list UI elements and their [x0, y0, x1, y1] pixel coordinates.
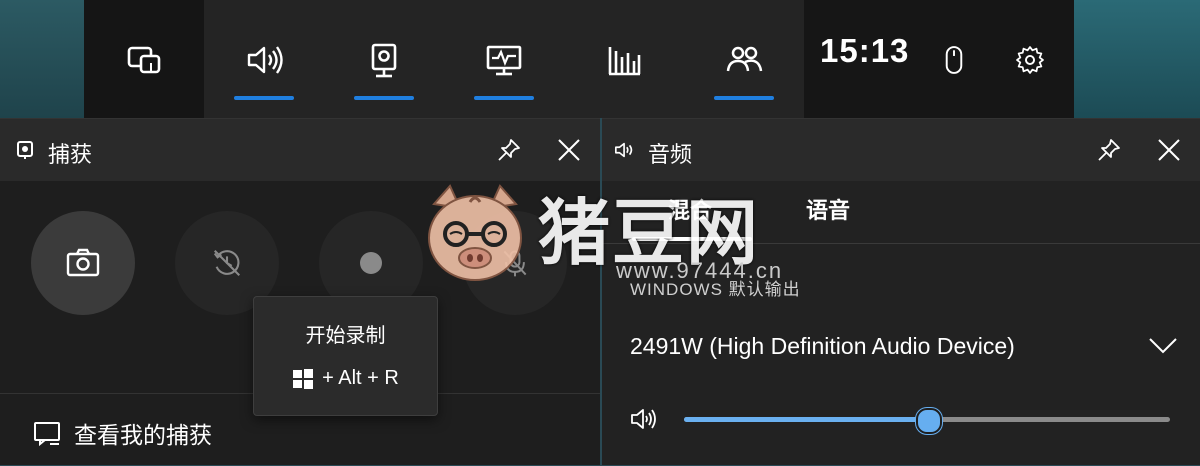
desktop-background-left	[0, 0, 84, 118]
volume-row	[630, 401, 1170, 437]
people-icon	[726, 46, 763, 72]
close-icon	[558, 139, 580, 161]
pin-button[interactable]	[492, 133, 526, 167]
gallery-icon	[34, 422, 60, 447]
pin-icon	[498, 139, 520, 161]
webcam-icon	[371, 43, 397, 78]
active-tab-indicator	[632, 237, 752, 241]
volume-slider-fill	[684, 417, 927, 422]
pin-button[interactable]	[1092, 133, 1126, 167]
view-captures-link[interactable]: 查看我的捕获	[74, 416, 212, 450]
panel-title: 音频	[648, 142, 693, 167]
audio-panel-header[interactable]: 音频	[602, 119, 1200, 181]
mic-off-icon	[503, 250, 527, 277]
widget-menu-button[interactable]	[104, 20, 184, 100]
active-indicator	[234, 96, 294, 100]
camera-icon	[66, 248, 100, 277]
tab-voice[interactable]: 语音	[806, 193, 850, 225]
capture-widget-button[interactable]	[344, 20, 424, 100]
screenshot-button[interactable]	[31, 211, 135, 315]
speaker-icon	[615, 142, 633, 158]
active-indicator	[474, 96, 534, 100]
gear-icon	[1016, 46, 1044, 74]
clock: 15:13	[820, 32, 910, 69]
output-device-dropdown[interactable]: 2491W (High Definition Audio Device)	[630, 327, 1178, 367]
social-widget-button[interactable]	[704, 20, 784, 100]
close-icon	[1158, 139, 1180, 161]
mic-toggle-button[interactable]	[463, 211, 567, 315]
record-dot-icon	[360, 252, 382, 274]
speaker-icon[interactable]	[630, 407, 658, 431]
resources-widget-button[interactable]	[584, 20, 664, 100]
close-button[interactable]	[552, 133, 586, 167]
audio-panel: 音频 混合 语音 WINDOWS 默认输出 2491W (High Defini…	[602, 118, 1200, 465]
tab-mix[interactable]: 混合	[668, 193, 712, 225]
performance-widget-button[interactable]	[464, 20, 544, 100]
close-button[interactable]	[1152, 133, 1186, 167]
record-tooltip: 开始录制 + Alt + R	[253, 296, 438, 416]
desktop-background-right	[1074, 0, 1200, 118]
bar-chart-icon	[608, 47, 641, 76]
capture-panel-header[interactable]: 捕获	[0, 119, 600, 181]
monitor-chart-icon	[486, 45, 522, 76]
mouse-button[interactable]	[914, 20, 994, 100]
output-device-value: 2491W (High Definition Audio Device)	[630, 333, 1015, 359]
pin-icon	[1098, 139, 1120, 161]
mouse-icon	[945, 46, 963, 74]
settings-button[interactable]	[990, 20, 1070, 100]
tooltip-title: 开始录制	[305, 325, 386, 347]
game-bar-topbar: 15:13	[84, 0, 1074, 118]
chevron-down-icon	[1149, 338, 1177, 354]
windows-logo-icon	[293, 368, 314, 389]
audio-widget-button[interactable]	[224, 20, 304, 100]
volume-slider-thumb[interactable]	[916, 408, 942, 434]
volume-slider[interactable]	[684, 408, 1170, 434]
webcam-icon	[17, 141, 33, 159]
active-indicator	[714, 96, 774, 100]
tooltip-shortcut: + Alt + R	[254, 367, 437, 390]
shortcut-text: + Alt + R	[322, 367, 399, 389]
active-indicator	[354, 96, 414, 100]
panel-title: 捕获	[48, 142, 93, 167]
speaker-icon	[247, 46, 283, 74]
tab-divider	[602, 243, 1200, 244]
widget-menu-icon	[127, 46, 161, 74]
output-device-label: WINDOWS 默认输出	[630, 280, 801, 299]
record-last-icon	[213, 249, 241, 277]
